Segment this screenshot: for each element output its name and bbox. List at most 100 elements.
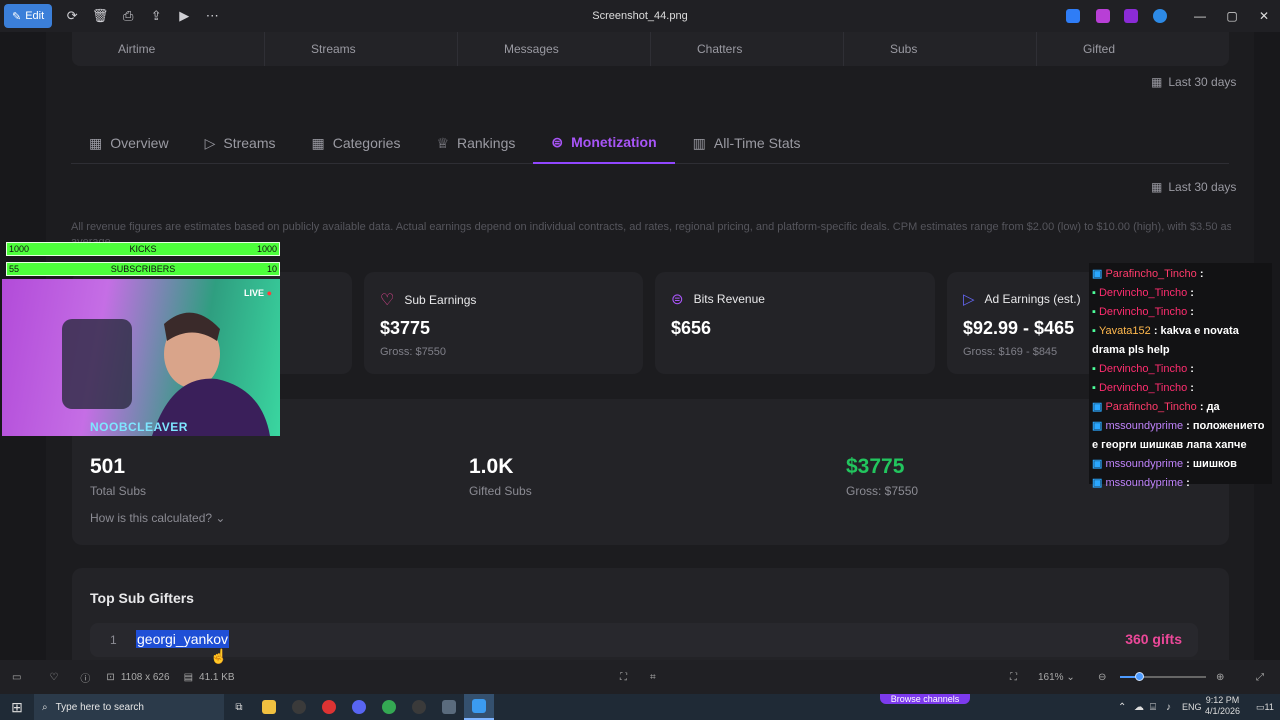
zoom-slider[interactable] <box>1120 672 1206 681</box>
taskbar-app-photos[interactable] <box>464 694 494 720</box>
search-placeholder: Type here to search <box>55 701 144 713</box>
app-icon-1[interactable] <box>1066 9 1080 23</box>
app-icon-3[interactable] <box>1124 9 1138 23</box>
filmstrip-icon[interactable]: ▭ <box>12 672 21 683</box>
taskbar-app-chrome[interactable] <box>374 694 404 720</box>
gifter-name[interactable]: georgi_yankov <box>136 630 230 648</box>
tab-categories[interactable]: ▦ Categories <box>294 122 419 164</box>
taskbar-app-explorer[interactable] <box>254 694 284 720</box>
streamer-figure <box>62 312 270 436</box>
taskbar-app-calculator[interactable] <box>434 694 464 720</box>
chat-message: ▣ Parafincho_Tincho : <box>1092 265 1270 284</box>
print-icon[interactable]: ⎙ <box>114 4 142 28</box>
bar-chart-icon: ▥ <box>692 134 706 151</box>
badge-icon: ▣ <box>1092 458 1103 470</box>
badge-icon: ▪ <box>1092 382 1096 394</box>
folder-icon <box>262 700 276 714</box>
chat-text: : <box>1190 363 1194 375</box>
zoom-in-icon[interactable]: ⊕ <box>1216 672 1224 683</box>
volume-icon[interactable]: ♪ <box>1166 702 1171 713</box>
tab-bar: ▦ Overview ▷ Streams ▦ Categories ♕ Rankings… <box>71 122 1229 164</box>
trash-icon[interactable]: 🗑 <box>86 4 114 28</box>
notification-icon: ▭ <box>1256 701 1265 712</box>
chat-message: ▪ Dervincho_Tincho : <box>1092 379 1270 398</box>
zoom-out-icon[interactable]: ⊖ <box>1098 672 1106 683</box>
chat-text: : да <box>1199 401 1220 413</box>
viewer-toolbar: ✎ Edit ⟳ 🗑 ⎙ ⇪ ▶ ⋯ Screenshot_44.png — ▢… <box>0 0 1280 32</box>
gifter-row[interactable]: 1 georgi_yankov 360 gifts <box>90 623 1198 657</box>
tray-chevron-icon[interactable]: ⌃ <box>1118 702 1126 713</box>
chat-message: ▪ Dervincho_Tincho : <box>1092 303 1270 322</box>
slideshow-icon[interactable]: ▶ <box>170 4 198 28</box>
kicks-current: 1000 <box>9 244 30 254</box>
notification-count: 11 <box>1264 701 1274 712</box>
subs-label: SUBSCRIBERS <box>110 264 176 274</box>
tab-label: Monetization <box>571 134 657 150</box>
hand-cursor-icon: ☝ <box>210 648 228 664</box>
rotate-icon[interactable]: ⟳ <box>58 4 86 28</box>
tab-streams[interactable]: ▷ Streams <box>187 122 294 164</box>
maximize-button[interactable]: ▢ <box>1216 0 1248 32</box>
edit-label: Edit <box>25 10 45 22</box>
more-icon[interactable]: ⋯ <box>198 4 226 28</box>
windows-icon: ⊞ <box>11 698 23 715</box>
image-dimensions: 1108 x 626 <box>120 671 170 683</box>
card-value: $92.99 - $465 <box>963 318 1075 338</box>
period-text: Last 30 days <box>1168 180 1237 194</box>
task-view-button[interactable]: ⧉ <box>224 694 254 720</box>
app-icon <box>412 700 426 714</box>
app-icon-2[interactable] <box>1096 9 1110 23</box>
start-button[interactable]: ⊞ <box>0 694 34 720</box>
clock[interactable]: 9:12 PM 4/1/2026 <box>1205 695 1240 717</box>
zoom-slider-thumb[interactable] <box>1135 672 1144 681</box>
crop-icon[interactable]: ⛶ <box>620 672 627 683</box>
badge-icon: ▣ <box>1092 420 1103 432</box>
badge-icon: ▪ <box>1092 306 1096 318</box>
fullscreen-icon[interactable]: ⤢ <box>1256 672 1264 683</box>
tray-icon[interactable]: ☁ <box>1134 702 1144 713</box>
chat-user: mssoundyprime <box>1105 420 1184 432</box>
tab-rankings[interactable]: ♕ Rankings <box>418 122 533 164</box>
chat-user: mssoundyprime <box>1105 458 1184 470</box>
taskbar-search[interactable]: ⌕ Type here to search <box>34 694 224 720</box>
card-gross: Gross: $7550 <box>380 346 447 358</box>
viewer-status-bar: ▭ ♡ ⓘ ⊡ 1108 x 626 ▤ 41.1 KB ⛶ ⌗ ⛶ 161% … <box>0 660 1280 694</box>
period-label: ▦ Last 30 days <box>1151 180 1236 194</box>
fit-icon[interactable]: ⛶ <box>1010 672 1017 683</box>
stat-gifted: Gifted <box>1083 42 1116 56</box>
tab-overview[interactable]: ▦ Overview <box>71 122 187 164</box>
edit-button[interactable]: ✎ Edit <box>4 4 53 28</box>
grid-icon: ▦ <box>311 134 325 151</box>
language-indicator[interactable]: ENG <box>1182 702 1202 712</box>
heart-icon[interactable]: ♡ <box>49 672 58 683</box>
tab-all-time-stats[interactable]: ▥ All-Time Stats <box>675 122 819 164</box>
close-button[interactable]: ✕ <box>1248 0 1280 32</box>
network-icon[interactable]: ⌸ <box>1150 702 1156 713</box>
zoom-dropdown[interactable]: 161% ⌄ <box>1038 672 1075 683</box>
info-icon[interactable]: ⓘ <box>80 670 90 685</box>
kicks-goal-bar: 1000 KICKS 1000 <box>6 242 280 256</box>
browse-channels-button[interactable]: Browse channels <box>880 694 970 704</box>
chat-text: : <box>1190 306 1194 318</box>
how-calculated-link[interactable]: How is this calculated? ⌄ <box>90 511 225 525</box>
tab-monetization[interactable]: ⊜ Monetization <box>533 122 675 164</box>
share-icon[interactable]: ⇪ <box>142 4 170 28</box>
top-gifters-panel: Top Sub Gifters 1 georgi_yankov 360 gift… <box>72 568 1229 660</box>
minimize-button[interactable]: — <box>1184 0 1216 32</box>
notifications-button[interactable]: ▭11 <box>1256 702 1274 713</box>
onedrive-icon[interactable] <box>1153 9 1167 23</box>
subs-current: 55 <box>9 264 20 274</box>
total-subs-value: 501 <box>90 455 126 478</box>
chat-message: ▪ Dervincho_Tincho : <box>1092 360 1270 379</box>
period-label-top: ▦ Last 30 days <box>1151 75 1236 89</box>
taskbar-app-6[interactable] <box>404 694 434 720</box>
stat-messages: Messages <box>458 32 651 66</box>
scan-icon[interactable]: ⌗ <box>650 672 656 683</box>
tab-label: Streams <box>223 135 276 151</box>
chat-user: mssoundyprime <box>1105 477 1184 489</box>
taskbar-app-discord[interactable] <box>344 694 374 720</box>
tab-label: Categories <box>332 135 401 151</box>
taskbar-app-2[interactable] <box>284 694 314 720</box>
windows-taskbar: ⊞ ⌕ Type here to search ⧉ Browse channel… <box>0 694 1280 720</box>
taskbar-app-3[interactable] <box>314 694 344 720</box>
